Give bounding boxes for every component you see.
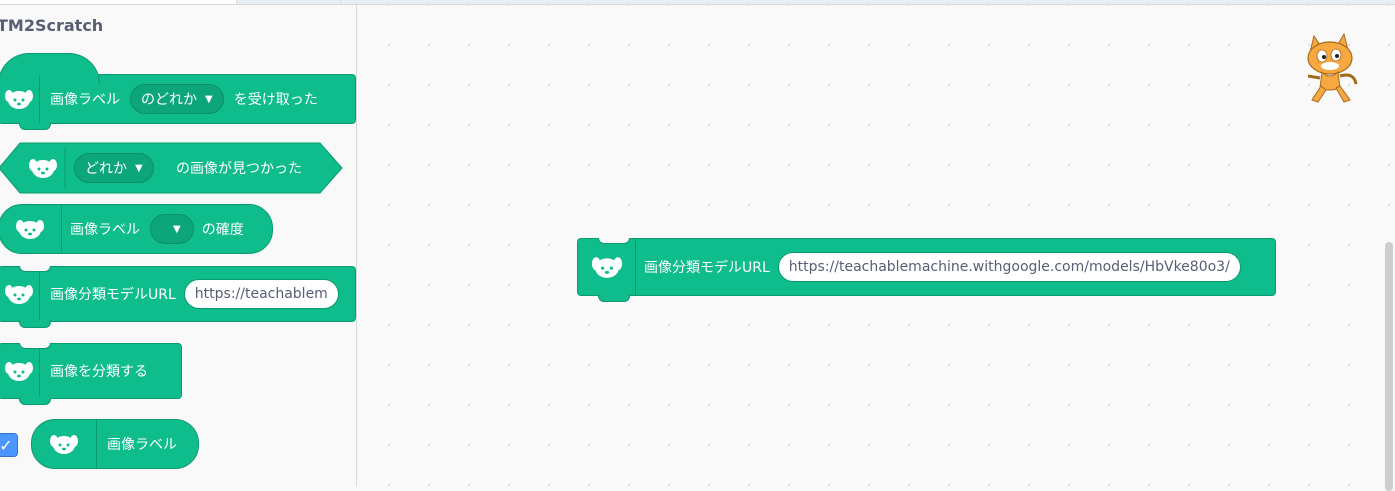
when-label-received-block[interactable]: 画像ラベル のどれか ▼ を受け取った xyxy=(0,53,356,130)
when-label-found-block[interactable]: どれか ▼ の画像が見つかった xyxy=(0,142,344,194)
block-label: 画像ラベル xyxy=(70,222,140,238)
block-label: 画像ラベル xyxy=(107,437,177,453)
block-palette: TM2Scratch 画像ラベル のどれか ▼ を受け取った どれか ▼ の画像… xyxy=(0,5,357,486)
block-tab xyxy=(19,320,51,328)
triangle-down-icon: ▼ xyxy=(135,162,143,174)
model-url-input[interactable]: https://teachablem xyxy=(183,279,339,309)
classify-image-block[interactable]: 画像を分類する xyxy=(0,343,182,405)
set-model-url-block[interactable]: 画像分類モデルURL https://teachablem xyxy=(0,266,356,328)
dog-icon xyxy=(20,142,65,194)
block-label-suffix: の確度 xyxy=(201,222,244,238)
block-label: 画像分類モデルURL xyxy=(644,260,770,276)
tab-costumes[interactable] xyxy=(237,0,341,4)
label-dropdown[interactable]: のどれか ▼ xyxy=(130,84,224,114)
label-dropdown[interactable]: どれか ▼ xyxy=(74,153,154,183)
image-label-reporter[interactable]: 画像ラベル xyxy=(31,419,199,469)
monitor-checkbox[interactable]: ✓ xyxy=(0,433,18,457)
block-label: 画像分類モデルURL xyxy=(50,287,176,303)
block-label-suffix: の画像が見つかった xyxy=(176,161,302,177)
category-title: TM2Scratch xyxy=(0,16,104,35)
label-dropdown[interactable]: ▼ xyxy=(150,214,194,244)
block-label-suffix: を受け取った xyxy=(233,92,318,108)
dog-icon xyxy=(0,205,62,253)
block-tab xyxy=(598,294,630,302)
checkmark-icon: ✓ xyxy=(0,435,13,455)
block-label: 画像ラベル xyxy=(50,92,120,108)
triangle-down-icon: ▼ xyxy=(205,93,213,105)
dropdown-value: のどれか xyxy=(141,92,197,108)
dropdown-value: どれか xyxy=(85,161,127,177)
tab-code[interactable] xyxy=(0,0,237,4)
triangle-down-icon: ▼ xyxy=(173,223,181,235)
dog-icon xyxy=(0,267,40,321)
block-tab xyxy=(19,122,51,130)
dog-icon xyxy=(578,239,636,295)
model-url-input[interactable]: https://teachablemachine.withgoogle.com/… xyxy=(777,252,1241,282)
dog-icon xyxy=(0,75,40,123)
block-label: 画像を分類する xyxy=(50,364,148,380)
label-confidence-reporter[interactable]: 画像ラベル ▼ の確度 xyxy=(0,204,273,254)
scratch-cat-icon xyxy=(1300,28,1360,106)
block-tab xyxy=(19,397,51,405)
vertical-scrollbar[interactable] xyxy=(1385,242,1393,491)
script-workspace[interactable]: 画像分類モデルURL https://teachablemachine.with… xyxy=(357,5,1395,491)
dog-icon xyxy=(32,420,97,468)
dog-icon xyxy=(0,344,40,398)
workspace-model-url-block[interactable]: 画像分類モデルURL https://teachablemachine.with… xyxy=(577,238,1276,302)
